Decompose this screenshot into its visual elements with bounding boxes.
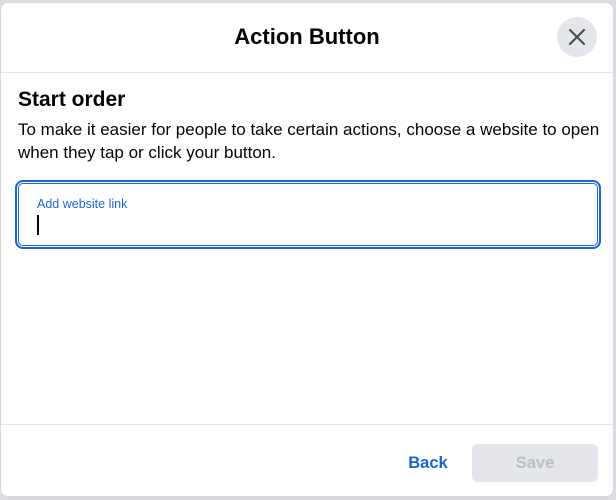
dialog-footer: Back Save: [1, 424, 613, 496]
text-caret: [37, 215, 39, 235]
section-title: Start order: [18, 88, 126, 111]
close-icon: [568, 28, 586, 46]
action-button-dialog: Action Button Start order To make it eas…: [0, 2, 614, 497]
save-button[interactable]: Save: [472, 444, 598, 482]
dialog-title: Action Button: [234, 24, 380, 49]
back-button[interactable]: Back: [397, 444, 459, 482]
close-button[interactable]: [557, 17, 597, 57]
website-link-label: Add website link: [37, 197, 128, 211]
section-description: To make it easier for people to take cer…: [18, 120, 600, 162]
dialog-header: Action Button: [1, 3, 613, 73]
website-link-field[interactable]: Add website link: [15, 180, 601, 249]
website-link-input[interactable]: [37, 214, 577, 236]
